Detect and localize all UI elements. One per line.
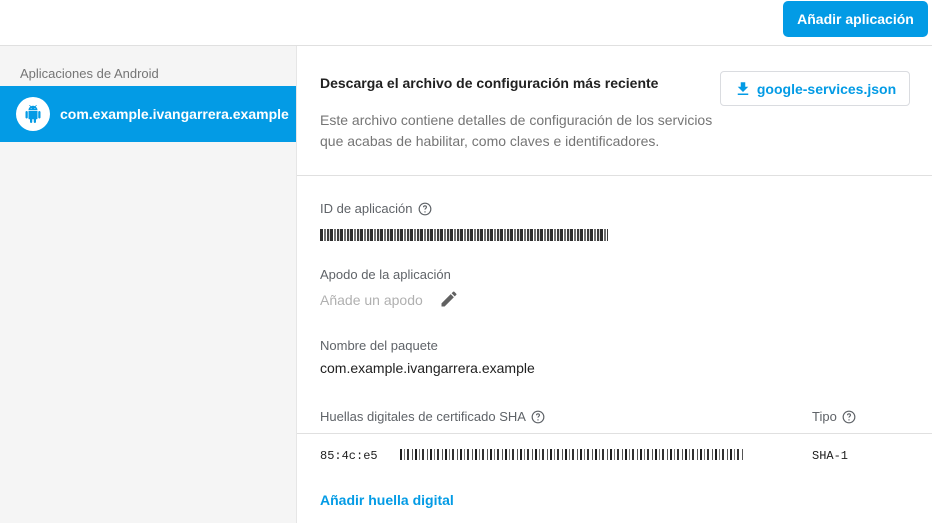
sha-fingerprint-redacted xyxy=(400,449,744,460)
sidebar-item-label: com.example.ivangarrera.example xyxy=(60,106,289,122)
config-description: Este archivo contiene detalles de config… xyxy=(320,112,713,149)
sidebar: Aplicaciones de Android com.example.ivan… xyxy=(0,46,297,523)
sidebar-item-android-app[interactable]: com.example.ivangarrera.example xyxy=(0,86,296,142)
edit-icon[interactable] xyxy=(439,289,459,309)
nickname-label: Apodo de la aplicación xyxy=(320,267,451,282)
add-app-button[interactable]: Añadir aplicación xyxy=(783,1,928,37)
help-icon[interactable] xyxy=(418,202,432,216)
divider xyxy=(297,175,932,176)
divider xyxy=(297,433,932,434)
app-details-panel: Descarga el archivo de configuración más… xyxy=(297,46,932,523)
config-title: Descarga el archivo de configuración más… xyxy=(320,75,659,91)
app-id-label: ID de aplicación xyxy=(320,201,432,216)
help-icon[interactable] xyxy=(842,410,856,424)
sha-label: Huellas digitales de certificado SHA xyxy=(320,409,545,424)
download-config-label: google-services.json xyxy=(756,80,897,97)
download-config-button[interactable]: google-services.json xyxy=(720,71,910,106)
help-icon[interactable] xyxy=(531,410,545,424)
android-icon xyxy=(16,97,50,131)
type-label: Tipo xyxy=(812,409,856,424)
package-value: com.example.ivangarrera.example xyxy=(320,360,535,376)
add-fingerprint-link[interactable]: Añadir huella digital xyxy=(320,492,454,508)
sidebar-heading: Aplicaciones de Android xyxy=(20,66,159,81)
app-id-value-redacted xyxy=(320,229,608,241)
sha-fingerprint-type: SHA-1 xyxy=(812,449,849,463)
top-bar: Añadir aplicación xyxy=(0,0,932,46)
sha-fingerprint-value: 85:4c:e5 xyxy=(320,449,378,463)
package-label: Nombre del paquete xyxy=(320,338,438,353)
nickname-placeholder[interactable]: Añade un apodo xyxy=(320,292,423,308)
download-icon xyxy=(734,80,752,98)
